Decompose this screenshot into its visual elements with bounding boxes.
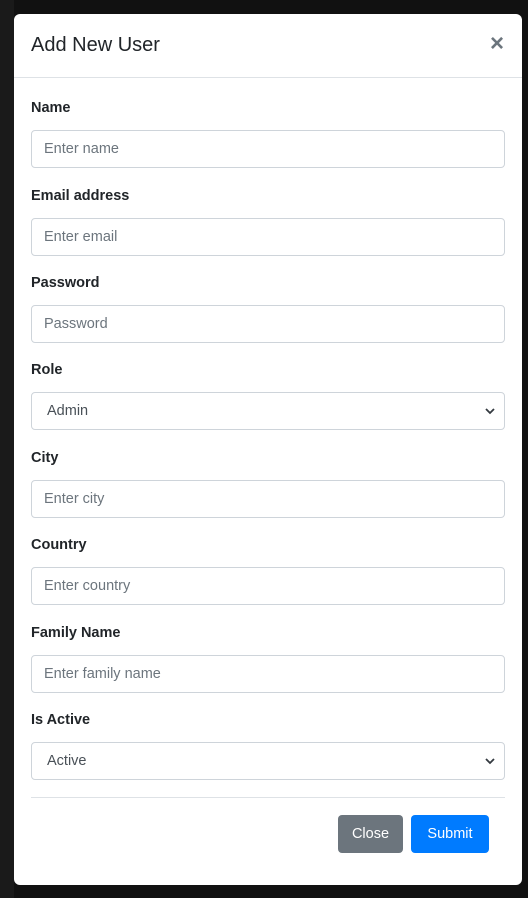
submit-button[interactable]: Submit [411, 815, 489, 853]
role-selected-value: Admin [47, 403, 89, 419]
footer-divider [31, 797, 505, 798]
is-active-select[interactable]: Active [31, 742, 505, 780]
close-icon[interactable]: × [490, 32, 504, 56]
country-field: Country [31, 537, 505, 605]
name-label: Name [31, 100, 71, 116]
city-field: City [31, 450, 505, 518]
password-input[interactable] [31, 305, 505, 343]
email-field: Email address [31, 188, 505, 256]
family-name-input[interactable] [31, 655, 505, 693]
email-input[interactable] [31, 218, 505, 256]
city-input[interactable] [31, 480, 505, 518]
role-field: Role Admin [31, 362, 505, 430]
modal-title: Add New User [31, 34, 160, 56]
is-active-label: Is Active [31, 712, 91, 728]
city-label: City [31, 450, 59, 466]
name-input[interactable] [31, 130, 505, 168]
is-active-selected-value: Active [47, 753, 87, 769]
role-label: Role [31, 362, 63, 378]
role-select[interactable]: Admin [31, 392, 505, 430]
family-name-field: Family Name [31, 625, 505, 693]
add-user-modal: Add New User × Name Email address Passwo… [14, 14, 522, 885]
password-field: Password [31, 275, 505, 343]
chevron-down-icon [485, 408, 495, 415]
modal-backdrop [0, 0, 14, 898]
country-input[interactable] [31, 567, 505, 605]
password-label: Password [31, 275, 100, 291]
is-active-field: Is Active Active [31, 712, 505, 780]
chevron-down-icon [485, 758, 495, 765]
country-label: Country [31, 537, 87, 553]
name-field: Name [31, 100, 505, 168]
email-label: Email address [31, 188, 130, 204]
family-name-label: Family Name [31, 625, 121, 641]
close-button[interactable]: Close [338, 815, 403, 853]
modal-header: Add New User × [14, 14, 522, 78]
